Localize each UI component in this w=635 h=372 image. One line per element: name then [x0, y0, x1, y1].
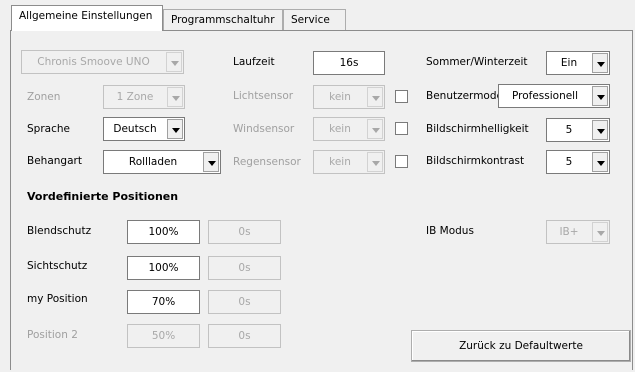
regensensor-select: kein	[313, 150, 385, 174]
tab-allgemeine-einstellungen[interactable]: Allgemeine Einstellungen	[11, 5, 163, 31]
sprache-value: Deutsch	[113, 123, 157, 135]
benutzermode-select[interactable]: Professionell	[498, 84, 610, 108]
blendschutz-time-field: 0s	[208, 220, 281, 244]
sprache-select[interactable]: Deutsch	[103, 117, 185, 141]
position-label-position-2: Position 2	[27, 329, 78, 341]
lichtsensor-label: Lichtsensor	[233, 90, 294, 102]
blendschutz-percent-field[interactable]: 100%	[127, 220, 200, 244]
windsensor-label: Windsensor	[233, 123, 295, 135]
position-label-sichtschutz: Sichtschutz	[27, 260, 88, 272]
position-2-percent-field: 50%	[127, 324, 200, 348]
reset-defaults-button[interactable]: Zurück zu Defaultwerte	[411, 330, 631, 362]
sichtschutz-percent-field[interactable]: 100%	[127, 256, 200, 280]
regensensor-value: kein	[329, 156, 351, 168]
chevron-down-icon[interactable]	[592, 86, 608, 106]
chevron-down-icon[interactable]	[203, 152, 219, 172]
chevron-down-icon[interactable]	[167, 119, 183, 139]
behangart-label: Behangart	[27, 155, 82, 167]
lichtsensor-value: kein	[329, 91, 351, 103]
laufzeit-field[interactable]: 16s	[313, 51, 385, 75]
bildschirmkontrast-value: 5	[565, 156, 573, 168]
windsensor-select: kein	[313, 117, 385, 141]
sprache-label: Sprache	[27, 123, 70, 135]
device-select: Chronis Smoove UNO	[21, 50, 184, 74]
chevron-down-icon	[167, 87, 183, 107]
windsensor-checkbox[interactable]	[395, 122, 408, 135]
position-label-blendschutz: Blendschutz	[27, 225, 92, 237]
chevron-down-icon	[166, 52, 182, 72]
ib-modus-label: IB Modus	[426, 225, 474, 237]
regensensor-label: Regensensor	[233, 156, 301, 168]
zonen-select: 1 Zone	[103, 85, 185, 109]
regensensor-checkbox[interactable]	[395, 155, 408, 168]
tab-label: Programmschaltuhr	[171, 14, 275, 26]
zonen-label: Zonen	[27, 91, 61, 103]
sommer-winterzeit-select[interactable]: Ein	[546, 51, 610, 75]
my-position-time-field: 0s	[208, 290, 281, 314]
bildschirmhelligkeit-value: 5	[565, 124, 573, 136]
ib-modus-value: IB+	[559, 226, 579, 238]
tab-service[interactable]: Service	[283, 9, 346, 31]
lichtsensor-select: kein	[313, 85, 385, 109]
chevron-down-icon[interactable]	[592, 53, 608, 73]
bildschirmkontrast-select[interactable]: 5	[546, 150, 610, 174]
tab-programmschaltuhr[interactable]: Programmschaltuhr	[163, 9, 283, 31]
chevron-down-icon	[367, 87, 383, 107]
reset-defaults-label: Zurück zu Defaultwerte	[459, 340, 583, 352]
benutzermode-label: Benutzermode	[426, 90, 503, 102]
bildschirmhelligkeit-select[interactable]: 5	[546, 118, 610, 142]
benutzermode-value: Professionell	[511, 90, 579, 102]
zonen-value: 1 Zone	[116, 91, 154, 103]
chevron-down-icon[interactable]	[592, 120, 608, 140]
bildschirmhelligkeit-label: Bildschirmhelligkeit	[426, 123, 529, 135]
positions-heading: Vordefinierte Positionen	[27, 190, 179, 203]
chevron-down-icon	[367, 119, 383, 139]
chevron-down-icon	[592, 222, 608, 242]
lichtsensor-checkbox[interactable]	[395, 90, 408, 103]
sommer-winterzeit-label: Sommer/Winterzeit	[426, 56, 528, 68]
sichtschutz-time-field: 0s	[208, 256, 281, 280]
chevron-down-icon[interactable]	[592, 152, 608, 172]
laufzeit-label: Laufzeit	[233, 56, 275, 68]
windsensor-value: kein	[329, 123, 351, 135]
sommer-winterzeit-value: Ein	[560, 57, 578, 69]
my-position-percent-field[interactable]: 70%	[127, 290, 200, 314]
device-value: Chronis Smoove UNO	[37, 56, 150, 68]
tab-label: Allgemeine Einstellungen	[19, 10, 153, 22]
tab-label: Service	[291, 14, 330, 26]
behangart-select[interactable]: Rollladen	[103, 150, 221, 174]
position-label-my-position: my Position	[27, 293, 88, 305]
ib-modus-select: IB+	[546, 220, 610, 244]
behangart-value: Rollladen	[128, 156, 178, 168]
position-2-time-field: 0s	[208, 324, 281, 348]
bildschirmkontrast-label: Bildschirmkontrast	[426, 155, 525, 167]
chevron-down-icon	[367, 152, 383, 172]
